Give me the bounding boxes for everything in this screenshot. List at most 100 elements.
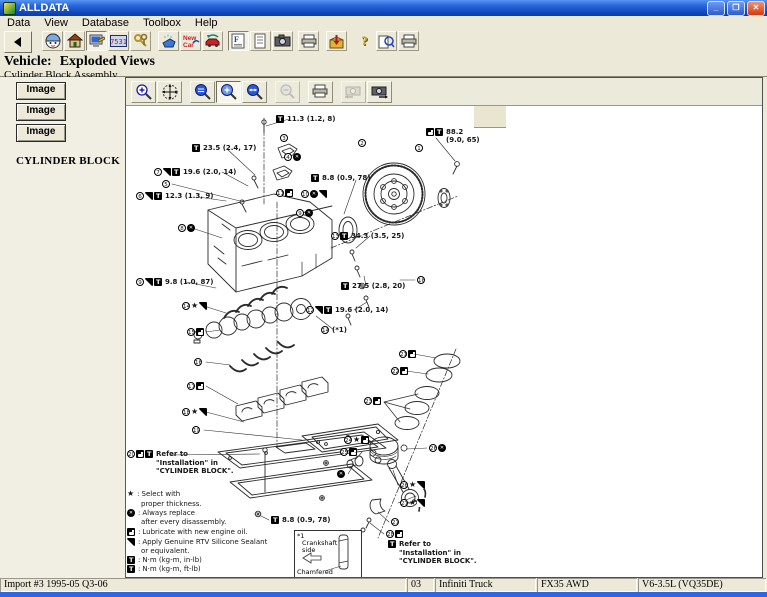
import-button[interactable] [326, 31, 347, 51]
menu-view[interactable]: View [37, 17, 75, 29]
diagram-callout: 26✕ [429, 444, 447, 452]
torque-icon [341, 282, 349, 290]
app-icon [3, 2, 16, 15]
menu-data[interactable]: Data [0, 17, 37, 29]
diagram-print-button[interactable] [308, 81, 333, 103]
diagram-callout: 15 [187, 328, 205, 336]
diagram-toolbar [126, 78, 762, 106]
circled-number-icon: 16 [417, 276, 425, 284]
oil-icon [408, 350, 416, 358]
menu-database[interactable]: Database [75, 17, 136, 29]
legend-row: ✕:Always replace [127, 509, 195, 517]
window-title: ALLDATA [19, 2, 69, 14]
circled-number-icon: 27 [391, 518, 399, 526]
zoom-out-button[interactable] [242, 81, 267, 103]
diagram-callout: 27 [391, 518, 400, 526]
alldata-window: ALLDATA _ ❐ ✕ Data View Database Toolbox… [0, 0, 767, 595]
camera-icon [274, 34, 291, 48]
circled-number-icon: 24 [344, 436, 352, 444]
preview-button[interactable] [376, 31, 397, 51]
wash-button[interactable] [158, 31, 179, 51]
zoom-minus-button[interactable] [275, 81, 300, 103]
torque-icon [340, 232, 348, 240]
back-button[interactable] [4, 31, 32, 53]
diagram-callout: 11 [276, 189, 294, 197]
monitor-pencil-icon [89, 33, 105, 49]
document-icon [254, 33, 267, 49]
camera-button[interactable] [272, 31, 293, 51]
svg-text:7531: 7531 [110, 38, 127, 46]
new-car-button[interactable]: New Car [180, 31, 201, 51]
diagram-callout: 23.5 (2.4, 17) [192, 144, 256, 153]
circled-number-icon: 21 [399, 350, 407, 358]
circled-number-icon: 9 [136, 278, 144, 286]
prev-image-button[interactable] [341, 81, 366, 103]
lcd-button[interactable]: 7531 [108, 31, 129, 51]
legend-row: after every disassembly. [141, 518, 226, 526]
torque-icon [192, 144, 200, 152]
sealant-icon [417, 499, 425, 507]
home-button[interactable] [64, 31, 85, 51]
diagram-callout: 27★ [400, 499, 426, 507]
oil-icon [127, 528, 135, 536]
menu-help[interactable]: Help [188, 17, 225, 29]
menu-toolbox[interactable]: Toolbox [136, 17, 188, 29]
pan-button[interactable] [157, 81, 182, 103]
diagram-callout: 16 [194, 358, 203, 366]
always-replace-icon: ✕ [438, 444, 446, 452]
exploded-view-canvas[interactable]: 11.3 (1.2, 8)88.2(9.0, 65)1234✕23.5 (2.4… [126, 106, 762, 577]
circled-number-icon: 26 [400, 481, 408, 489]
diagram-callout: 8✕ [178, 224, 196, 232]
minimize-button[interactable]: _ [707, 1, 725, 16]
menu-bar: Data View Database Toolbox Help [0, 16, 767, 30]
always-replace-icon: ✕ [187, 224, 195, 232]
image-button-3[interactable]: Image [16, 124, 66, 142]
oil-icon [136, 450, 144, 458]
circled-number-icon: 18 [182, 408, 190, 416]
sealant-icon [417, 481, 425, 489]
circled-number-icon: 11 [276, 189, 284, 197]
vehicle-select-button[interactable] [86, 31, 107, 51]
keys-button[interactable] [130, 31, 151, 51]
diagram-callout: 88.2(9.0, 65) [426, 128, 463, 137]
car-return-button[interactable] [202, 31, 223, 51]
diagram-callout: 612.3 (1.3, 9) [136, 192, 213, 201]
circled-number-icon: 3 [280, 134, 288, 142]
legend-row: proper thickness. [141, 500, 202, 508]
thickness-star-icon: ★ [191, 302, 198, 310]
car-back-icon [204, 33, 222, 49]
print2-button[interactable] [398, 31, 419, 51]
next-camera-icon [370, 84, 389, 99]
image-button-2[interactable]: Image [16, 103, 66, 121]
status-import: Import #3 1995-05 Q3-06 [0, 578, 406, 592]
diagram-callout: 20Refer to"Installation" in"CYLINDER BLO… [127, 450, 234, 476]
image-button-1[interactable]: Image [16, 82, 66, 100]
help-button[interactable]: ? [354, 31, 375, 51]
doc-f-button[interactable]: F [228, 31, 249, 51]
diagram-callout: 28 [386, 530, 404, 538]
diagram-callout: 14★ [182, 302, 208, 310]
diagram-panel: 11.3 (1.2, 8)88.2(9.0, 65)1234✕23.5 (2.4… [126, 77, 763, 578]
diagram-callout: 14(*1) [321, 326, 347, 335]
prev-camera-icon [344, 84, 363, 99]
zoom-window-button[interactable] [216, 81, 241, 103]
torque-icon [127, 556, 135, 564]
zoom-full-button[interactable] [190, 81, 215, 103]
close-button[interactable]: ✕ [747, 1, 765, 16]
next-image-button[interactable] [367, 81, 392, 103]
torque-icon [127, 565, 135, 573]
torque-icon [311, 174, 319, 182]
zoom-in-button[interactable] [131, 81, 156, 103]
print-button[interactable] [298, 31, 319, 51]
legend-row: :N·m (kg-m, in-lb) [127, 556, 202, 564]
title-bar[interactable]: ALLDATA _ ❐ ✕ [0, 0, 767, 16]
logo-button[interactable] [42, 31, 63, 51]
circled-number-icon: 10 [301, 190, 309, 198]
printer2-icon [401, 34, 417, 48]
thickness-star-icon: ★ [127, 490, 134, 498]
legend-row: :N·m (kg-m, ft-lb) [127, 565, 201, 573]
diagram-callout: 1 [415, 144, 424, 152]
circled-number-icon: 20 [127, 450, 135, 458]
restore-button[interactable]: ❐ [727, 1, 745, 16]
doc-button[interactable] [250, 31, 271, 51]
